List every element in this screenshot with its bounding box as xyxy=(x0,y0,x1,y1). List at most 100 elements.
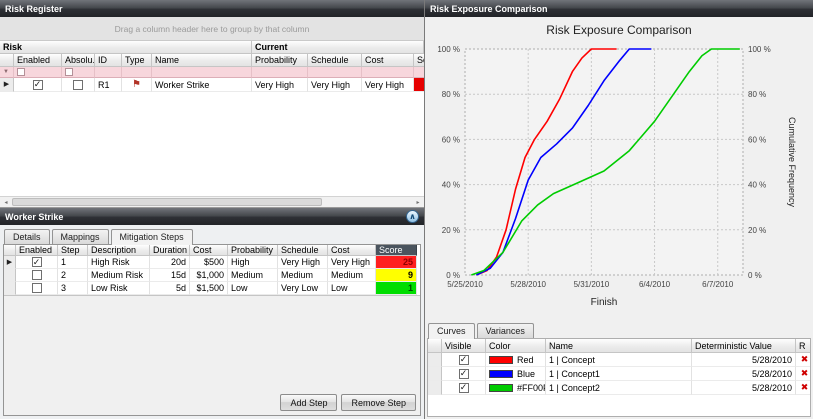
risk-cost-cell[interactable]: Very High xyxy=(362,78,414,92)
risk-id-cell[interactable]: R1 xyxy=(95,78,122,92)
step-enabled-cell[interactable] xyxy=(16,269,58,282)
tab-variances[interactable]: Variances xyxy=(477,323,534,338)
visible-checkbox[interactable] xyxy=(459,355,469,365)
risk-type-cell[interactable]: ⚑ xyxy=(122,78,152,92)
step-duration-cell[interactable]: 20d xyxy=(150,256,190,269)
step-enabled-checkbox[interactable] xyxy=(32,257,42,267)
visible-checkbox[interactable] xyxy=(459,369,469,379)
mitigation-step-row[interactable]: 2 Medium Risk 15d $1,000 Medium Medium M… xyxy=(4,269,420,282)
row-indicator[interactable] xyxy=(4,282,16,295)
scroll-left-arrow-icon[interactable]: ◂ xyxy=(0,197,12,207)
delete-curve-icon[interactable]: ✖ xyxy=(801,383,809,392)
filter-cell-score[interactable] xyxy=(414,67,424,78)
step-cost2-cell[interactable]: Medium xyxy=(328,269,376,282)
step-score-cell[interactable]: 1 xyxy=(376,282,417,295)
column-header-cost2[interactable]: Cost xyxy=(328,245,376,256)
tab-curves[interactable]: Curves xyxy=(428,323,475,339)
curve-value-cell[interactable]: 5/28/2010 xyxy=(692,381,796,395)
color-swatch[interactable] xyxy=(489,356,513,364)
color-swatch[interactable] xyxy=(489,384,513,392)
step-schedule-cell[interactable]: Very High xyxy=(278,256,328,269)
column-header-id[interactable]: ID xyxy=(95,54,122,67)
step-duration-cell[interactable]: 5d xyxy=(150,282,190,295)
curve-color-cell[interactable]: Red xyxy=(486,353,546,367)
enabled-checkbox[interactable] xyxy=(33,80,43,90)
curve-color-cell[interactable]: Blue xyxy=(486,367,546,381)
filter-cell-probability[interactable] xyxy=(252,67,308,78)
mitigation-step-row[interactable]: ▶ 1 High Risk 20d $500 High Very High Ve… xyxy=(4,256,420,269)
column-header-enabled[interactable]: Enabled xyxy=(16,245,58,256)
filter-cell-id[interactable] xyxy=(95,67,122,78)
curve-name-cell[interactable]: 1 | Concept1 xyxy=(546,367,692,381)
step-cost2-cell[interactable]: Low xyxy=(328,282,376,295)
row-indicator[interactable]: ▶ xyxy=(4,256,16,269)
column-header-step[interactable]: Step xyxy=(58,245,88,256)
step-cost-cell[interactable]: $1,000 xyxy=(190,269,228,282)
filter-cell-cost[interactable] xyxy=(362,67,414,78)
delete-curve-icon[interactable]: ✖ xyxy=(801,369,809,378)
absolute-checkbox[interactable] xyxy=(73,80,83,90)
risk-enabled-cell[interactable] xyxy=(14,78,62,92)
auto-filter-row[interactable]: ▼ xyxy=(0,67,424,78)
step-cost-cell[interactable]: $1,500 xyxy=(190,282,228,295)
horizontal-scrollbar[interactable]: ◂ ▸ xyxy=(0,196,424,207)
tab-mappings[interactable]: Mappings xyxy=(52,229,109,244)
filter-cell-name[interactable] xyxy=(152,67,252,78)
curve-value-cell[interactable]: 5/28/2010 xyxy=(692,353,796,367)
filter-cell-schedule[interactable] xyxy=(308,67,362,78)
scrollbar-track[interactable] xyxy=(322,197,412,207)
add-step-button[interactable]: Add Step xyxy=(280,394,337,411)
step-score-cell[interactable]: 9 xyxy=(376,269,417,282)
filter-checkbox-enabled[interactable] xyxy=(17,68,25,76)
collapse-panel-button[interactable]: ∧ xyxy=(406,210,419,223)
curve-color-cell[interactable]: #FF00FF00 xyxy=(486,381,546,395)
column-header-enabled[interactable]: Enabled xyxy=(14,54,62,67)
scroll-right-arrow-icon[interactable]: ▸ xyxy=(412,197,424,207)
step-number-cell[interactable]: 3 xyxy=(58,282,88,295)
risk-row[interactable]: ▶ R1 ⚑ Worker Strike Very High Very High… xyxy=(0,78,424,92)
step-description-cell[interactable]: Medium Risk xyxy=(88,269,150,282)
remove-step-button[interactable]: Remove Step xyxy=(341,394,416,411)
curve-visible-cell[interactable] xyxy=(442,353,486,367)
step-enabled-cell[interactable] xyxy=(16,282,58,295)
curve-delete-cell[interactable]: ✖ xyxy=(796,353,810,367)
visible-checkbox[interactable] xyxy=(459,383,469,393)
step-description-cell[interactable]: High Risk xyxy=(88,256,150,269)
step-description-cell[interactable]: Low Risk xyxy=(88,282,150,295)
column-header-name[interactable]: Name xyxy=(546,339,692,353)
step-schedule-cell[interactable]: Very Low xyxy=(278,282,328,295)
tab-mitigation-steps[interactable]: Mitigation Steps xyxy=(111,229,193,245)
filter-cell-absolute[interactable] xyxy=(62,67,95,78)
step-cost2-cell[interactable]: Very High xyxy=(328,256,376,269)
column-header-score[interactable]: Score xyxy=(376,245,417,256)
filter-checkbox-absolute[interactable] xyxy=(65,68,73,76)
column-header-color[interactable]: Color xyxy=(486,339,546,353)
curve-delete-cell[interactable]: ✖ xyxy=(796,381,810,395)
curve-name-cell[interactable]: 1 | Concept2 xyxy=(546,381,692,395)
filter-cell-type[interactable] xyxy=(122,67,152,78)
color-swatch[interactable] xyxy=(489,370,513,378)
band-header-current[interactable]: Current xyxy=(252,41,424,54)
step-probability-cell[interactable]: Medium xyxy=(228,269,278,282)
tab-details[interactable]: Details xyxy=(4,229,50,244)
step-cost-cell[interactable]: $500 xyxy=(190,256,228,269)
curve-visible-cell[interactable] xyxy=(442,367,486,381)
column-header-visible[interactable]: Visible xyxy=(442,339,486,353)
step-number-cell[interactable]: 2 xyxy=(58,269,88,282)
row-indicator[interactable] xyxy=(428,367,442,381)
curve-delete-cell[interactable]: ✖ xyxy=(796,367,810,381)
row-indicator[interactable]: ▶ xyxy=(0,78,14,92)
step-probability-cell[interactable]: High xyxy=(228,256,278,269)
column-header-probability[interactable]: Probability xyxy=(228,245,278,256)
step-enabled-checkbox[interactable] xyxy=(32,270,42,280)
scrollbar-thumb[interactable] xyxy=(12,198,322,206)
column-header-cost[interactable]: Cost xyxy=(362,54,414,67)
column-header-name[interactable]: Name xyxy=(152,54,252,67)
curve-name-cell[interactable]: 1 | Concept xyxy=(546,353,692,367)
step-duration-cell[interactable]: 15d xyxy=(150,269,190,282)
column-header-cost[interactable]: Cost xyxy=(190,245,228,256)
group-by-area[interactable]: Drag a column header here to group by th… xyxy=(0,17,424,41)
column-header-deterministic-value[interactable]: Deterministic Value xyxy=(692,339,796,353)
column-header-schedule[interactable]: Schedule xyxy=(278,245,328,256)
risk-absolute-cell[interactable] xyxy=(62,78,95,92)
